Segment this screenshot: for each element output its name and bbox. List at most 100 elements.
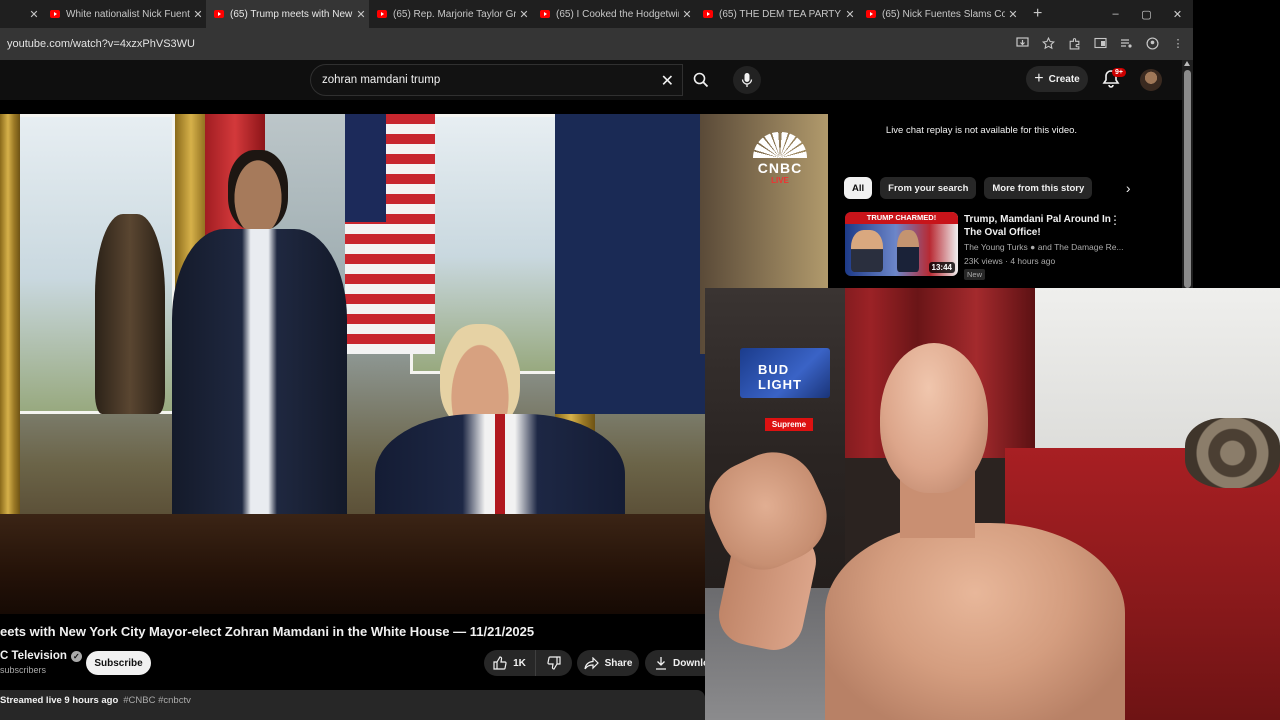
view-count: 23K views [964, 256, 1003, 266]
create-label: Create [1048, 73, 1080, 85]
close-icon[interactable]: ✕ [1005, 8, 1021, 21]
recommendation-channel[interactable]: The Young Turks ● and The Damage Re... [964, 242, 1129, 252]
channel-suffix: and The Damage Re... [1037, 242, 1124, 252]
channel-name-text: C Television [0, 650, 67, 662]
webcam-person-torso [825, 523, 1125, 720]
thumbs-up-icon [493, 656, 507, 670]
like-dislike-group: 1K [484, 650, 572, 676]
more-options-icon[interactable]: ⋮ [1109, 213, 1121, 227]
browser-tab[interactable]: (65) Rep. Marjorie Taylor Green ✕ [369, 0, 532, 28]
chip-more-from-this-story[interactable]: More from this story [984, 177, 1093, 199]
live-chat-message: Live chat replay is not available for th… [885, 125, 1078, 136]
youtube-icon [866, 10, 876, 18]
clear-search-icon[interactable]: ✕ [661, 71, 674, 91]
page-scrollbar[interactable] [1182, 60, 1193, 288]
share-button[interactable]: Share [577, 650, 639, 676]
close-icon[interactable]: ✕ [679, 8, 695, 21]
webcam-overlay: BUD LIGHT Supreme [705, 288, 1280, 720]
filter-chips: All From your search More from this stor… [844, 177, 1138, 199]
browser-menu-icon[interactable]: ⋮ [1171, 36, 1185, 50]
extensions-icon[interactable] [1067, 36, 1081, 50]
share-label: Share [604, 657, 633, 669]
bookmark-star-icon[interactable] [1041, 36, 1055, 50]
dislike-button[interactable] [536, 650, 572, 676]
like-count: 1K [513, 657, 526, 669]
chip-from-your-search[interactable]: From your search [880, 177, 977, 199]
close-icon[interactable]: ✕ [26, 8, 42, 21]
browser-tab-strip: ✕ White nationalist Nick Fuentes ✕ (65) … [0, 0, 1193, 28]
install-app-icon[interactable] [1015, 36, 1029, 50]
microphone-icon [741, 73, 753, 87]
search-input[interactable]: zohran mamdani trump ✕ [310, 64, 683, 96]
url-field[interactable]: youtube.com/watch?v=4xzxPhVS3WU [7, 38, 195, 50]
scroll-up-arrow-icon[interactable] [1184, 61, 1190, 66]
webcam-pillow [1185, 418, 1280, 488]
like-button[interactable]: 1K [484, 650, 536, 676]
new-badge: New [964, 269, 986, 280]
box-label: BUD LIGHT [758, 362, 802, 392]
youtube-icon [50, 10, 60, 18]
youtube-icon [214, 10, 224, 18]
thumbnail-person [897, 230, 919, 272]
video-duration: 13:44 [928, 262, 955, 273]
download-label: Downlo [673, 657, 710, 669]
thumbnail-person [851, 230, 883, 272]
media-controls-icon[interactable] [1119, 36, 1133, 50]
tab-label: (65) I Cooked the Hodgetwins [556, 8, 679, 20]
person-suit [172, 229, 347, 529]
close-icon[interactable]: ✕ [516, 8, 532, 21]
download-icon [656, 657, 666, 670]
search-query: zohran mamdani trump [322, 74, 441, 86]
chevron-right-icon[interactable]: › [1118, 178, 1138, 198]
window-controls: – ▢ ✕ [1100, 0, 1193, 28]
verified-icon: ✓ [70, 650, 82, 662]
new-tab-icon[interactable]: + [1033, 5, 1042, 23]
browser-tab-active[interactable]: (65) Trump meets with New Yo ✕ [206, 0, 369, 28]
voice-search-button[interactable] [733, 66, 761, 94]
sidepanel-icon[interactable] [1093, 36, 1107, 50]
recommendation-title[interactable]: Trump, Mamdani Pal Around In The Oval Of… [964, 213, 1114, 239]
avatar[interactable] [1140, 69, 1162, 91]
subscribe-button[interactable]: Subscribe [86, 651, 151, 675]
browser-tab[interactable]: ✕ [0, 0, 42, 28]
us-flag [345, 114, 435, 354]
description-box[interactable]: Streamed live 9 hours ago #CNBC #cnbctv [0, 690, 705, 720]
video-player[interactable]: CNBC LIVE [0, 114, 828, 614]
close-window-icon[interactable]: ✕ [1162, 0, 1193, 28]
hashtags[interactable]: #CNBC #cnbctv [123, 695, 191, 720]
thumbs-down-icon [547, 656, 561, 670]
recommendation-stats: 23K views · 4 hours ago [964, 256, 1055, 266]
channel-name[interactable]: C Television ✓ [0, 650, 82, 662]
close-icon[interactable]: ✕ [353, 8, 369, 21]
maximize-icon[interactable]: ▢ [1131, 0, 1162, 28]
browser-tab[interactable]: (65) THE DEM TEA PARTY IS HE ✕ [695, 0, 858, 28]
cnbc-wordmark: CNBC [757, 160, 803, 176]
tab-label: White nationalist Nick Fuentes [66, 8, 190, 20]
tab-label: (65) Trump meets with New Yo [230, 8, 353, 20]
minimize-icon[interactable]: – [1100, 0, 1131, 28]
browser-tab[interactable]: (65) Nick Fuentes Slams Congre ✕ [858, 0, 1021, 28]
statue [95, 214, 165, 414]
scrollbar-thumb[interactable] [1184, 70, 1191, 288]
chip-all[interactable]: All [844, 177, 873, 199]
address-bar: youtube.com/watch?v=4xzxPhVS3WU ⋮ [0, 28, 1193, 60]
search-icon [693, 72, 709, 88]
profile-icon[interactable] [1145, 36, 1159, 50]
resolute-desk [0, 514, 828, 614]
search-button[interactable] [683, 64, 719, 96]
desktop-background [1193, 0, 1280, 288]
subscriber-count: subscribers [0, 665, 47, 675]
tab-label: (65) Nick Fuentes Slams Congre [882, 8, 1005, 20]
browser-tab[interactable]: (65) I Cooked the Hodgetwins ✕ [532, 0, 695, 28]
live-label: LIVE [771, 176, 789, 185]
notification-badge: 9+ [1112, 68, 1126, 77]
webcam-person-head [880, 343, 988, 493]
recommendation-thumbnail[interactable]: TRUMP CHARMED! 13:44 [845, 212, 958, 276]
close-icon[interactable]: ✕ [190, 8, 206, 21]
youtube-icon [540, 10, 550, 18]
browser-tab[interactable]: White nationalist Nick Fuentes ✕ [42, 0, 206, 28]
stream-info: Streamed live 9 hours ago [0, 695, 119, 706]
create-button[interactable]: + Create [1026, 66, 1088, 92]
close-icon[interactable]: ✕ [842, 8, 858, 21]
plus-icon: + [1034, 70, 1044, 87]
